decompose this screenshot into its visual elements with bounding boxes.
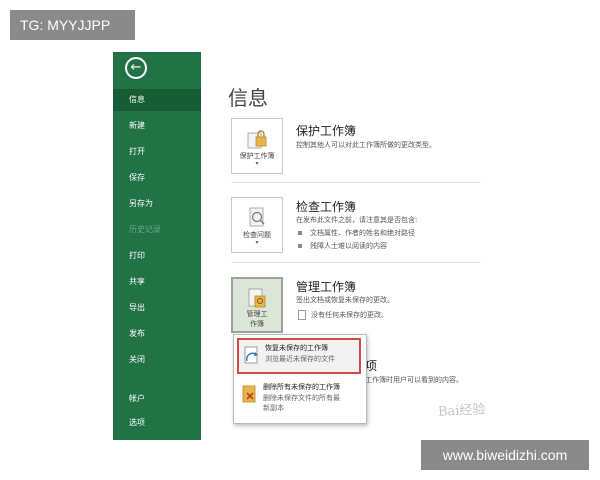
manage-section-title: 管理工作簿 <box>296 280 357 294</box>
sidebar-item-save[interactable]: 保存 <box>113 167 201 189</box>
sidebar-item-open[interactable]: 打开 <box>113 141 201 163</box>
top-overlay-tag: TG: MYYJJPP <box>10 10 135 40</box>
sidebar-item-info[interactable]: 信息 <box>113 89 201 111</box>
sidebar-item-print[interactable]: 打印 <box>113 245 201 267</box>
info-pane: 信息 保护工作簿 ▾ 保护工作簿 控制其他人可以对此工作簿所做的更改类型。 检查… <box>201 52 493 440</box>
delete-item-desc: 删除未保存文件的所有最 <box>263 394 340 402</box>
section-divider <box>231 182 481 183</box>
sidebar-item-share[interactable]: 共享 <box>113 271 201 293</box>
recover-item-title: 恢复未保存的工作簿 <box>265 344 328 352</box>
back-arrow-icon[interactable]: ← <box>125 57 147 79</box>
sidebar-item-options[interactable]: 选项 <box>113 412 201 434</box>
document-icon <box>298 310 306 320</box>
excel-backstage: ← 信息 新建 打开 保存 另存为 历史记录 打印 共享 导出 发布 关闭 帐户… <box>113 52 493 440</box>
recover-file-icon <box>243 345 261 367</box>
inspect-bullet: 残障人士难以阅读的内容 <box>298 241 387 251</box>
backstage-sidebar: ← 信息 新建 打开 保存 另存为 历史记录 打印 共享 导出 发布 关闭 帐户… <box>113 52 201 440</box>
sidebar-item-save-as[interactable]: 另存为 <box>113 193 201 215</box>
chevron-down-icon: ▾ <box>255 239 259 246</box>
browser-view-desc: 工作簿时用户可以看到的内容。 <box>365 376 463 384</box>
delete-file-icon <box>241 384 259 406</box>
manage-tile-label: 管理工 <box>246 310 268 318</box>
section-divider <box>231 262 481 263</box>
protect-section-title: 保护工作簿 <box>296 124 357 138</box>
sidebar-item-close[interactable]: 关闭 <box>113 349 201 371</box>
protect-workbook-button[interactable]: 保护工作簿 ▾ <box>231 118 283 174</box>
delete-item-desc-cont: 新副本 <box>263 404 284 412</box>
delete-unsaved-workbooks-item[interactable]: 删除所有未保存的工作簿 删除未保存文件的所有最 新副本 <box>237 379 361 419</box>
manage-workbook-dropdown: 恢复未保存的工作簿 浏览最近未保存的文件 删除所有未保存的工作簿 删除未保存文件… <box>233 334 367 424</box>
recover-item-desc: 浏览最近未保存的文件 <box>265 355 335 363</box>
inspect-section-desc: 在发布此文件之前，请注意其是否包含: <box>296 216 418 224</box>
bottom-overlay-tag: www.biweidizhi.com <box>421 440 589 470</box>
sidebar-item-account[interactable]: 帐户 <box>113 388 201 410</box>
sidebar-item-export[interactable]: 导出 <box>113 297 201 319</box>
page-title: 信息 <box>228 86 268 110</box>
manage-tile-label: 作簿 <box>250 320 264 328</box>
inspect-document-icon <box>245 206 269 228</box>
sidebar-item-new[interactable]: 新建 <box>113 115 201 137</box>
inspect-workbook-button[interactable]: 检查问题 ▾ <box>231 197 283 253</box>
baidu-watermark: Bai经验 <box>437 402 486 420</box>
recover-unsaved-workbooks-item[interactable]: 恢复未保存的工作簿 浏览最近未保存的文件 <box>237 338 361 374</box>
sidebar-item-history: 历史记录 <box>129 225 161 234</box>
inspect-bullet: 文档属性、作者的姓名和绝对路径 <box>298 228 415 238</box>
protect-section-desc: 控制其他人可以对此工作簿所做的更改类型。 <box>296 141 436 149</box>
inspect-section-title: 检查工作簿 <box>296 200 357 214</box>
manage-note: 没有任何未保存的更改。 <box>298 310 388 320</box>
delete-item-title: 删除所有未保存的工作簿 <box>263 383 340 391</box>
manage-note-text: 没有任何未保存的更改。 <box>311 311 388 319</box>
sidebar-item-publish[interactable]: 发布 <box>113 323 201 345</box>
manage-section-desc: 签出文档或恢复未保存的更改。 <box>296 296 394 304</box>
lock-icon <box>245 127 269 149</box>
manage-workbook-button[interactable]: 管理工 作簿 <box>231 277 283 333</box>
chevron-down-icon: ▾ <box>255 160 259 167</box>
manage-workbook-icon <box>245 287 269 309</box>
